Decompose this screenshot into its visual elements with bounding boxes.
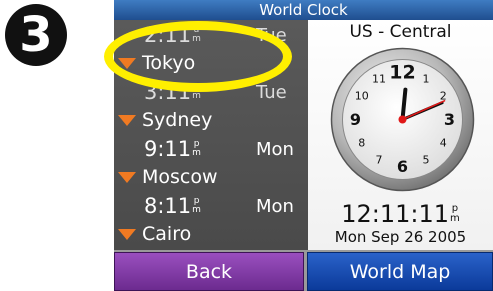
screen-title: World Clock bbox=[114, 0, 493, 20]
step-number-badge: 3 bbox=[5, 4, 67, 66]
city-name: Sydney bbox=[142, 109, 213, 131]
dial-numeral: 5 bbox=[423, 154, 430, 167]
dial-numeral: 10 bbox=[355, 90, 369, 103]
city-day: Mon bbox=[256, 139, 294, 160]
clock-center-pin bbox=[398, 115, 407, 124]
time-zone-label: US - Central bbox=[349, 22, 452, 42]
dial-numeral: 8 bbox=[358, 137, 365, 150]
city-clock-row-moscow[interactable]: 9:11 p m Mon Moscow bbox=[114, 134, 308, 191]
dial-numeral: 6 bbox=[397, 157, 408, 176]
dropdown-triangle-icon bbox=[118, 115, 136, 126]
city-time: 8:11 p m bbox=[144, 194, 201, 218]
dial-numeral: 7 bbox=[376, 154, 383, 167]
dial-numeral: 1 bbox=[423, 72, 430, 85]
clock-detail-panel: US - Central 12 1 2 3 4 5 6 7 8 9 10 11 12:1 bbox=[308, 20, 493, 250]
city-name: Moscow bbox=[142, 166, 218, 188]
am-pm-indicator: pm bbox=[192, 139, 201, 158]
city-time: 9:11 p m bbox=[144, 137, 201, 161]
dropdown-triangle-icon bbox=[118, 172, 136, 183]
city-day: Tue bbox=[256, 82, 287, 103]
city-clock-row-cairo[interactable]: 8:11 p m Mon Cairo bbox=[114, 191, 308, 248]
am-pm-indicator: pm bbox=[192, 196, 201, 215]
analog-clock-icon: 12 1234567891011 bbox=[330, 47, 475, 192]
city-day: Mon bbox=[256, 196, 294, 217]
selected-clock-date: Mon Sep 26 2005 bbox=[334, 228, 467, 246]
dial-numeral: 9 bbox=[350, 110, 361, 129]
back-button[interactable]: Back bbox=[114, 252, 304, 291]
dial-numeral: 3 bbox=[444, 110, 455, 129]
city-name: Cairo bbox=[142, 223, 192, 245]
dropdown-triangle-icon bbox=[118, 229, 136, 240]
dial-numeral: 12 bbox=[389, 62, 415, 84]
world-map-button[interactable]: World Map bbox=[307, 252, 493, 291]
dial-numeral: 11 bbox=[372, 72, 386, 85]
selected-clock-time: 12:11:11 p m bbox=[341, 200, 460, 228]
tokyo-highlight-ellipse bbox=[104, 21, 292, 92]
am-pm-indicator: pm bbox=[450, 203, 460, 224]
dial-numeral: 4 bbox=[440, 137, 447, 150]
